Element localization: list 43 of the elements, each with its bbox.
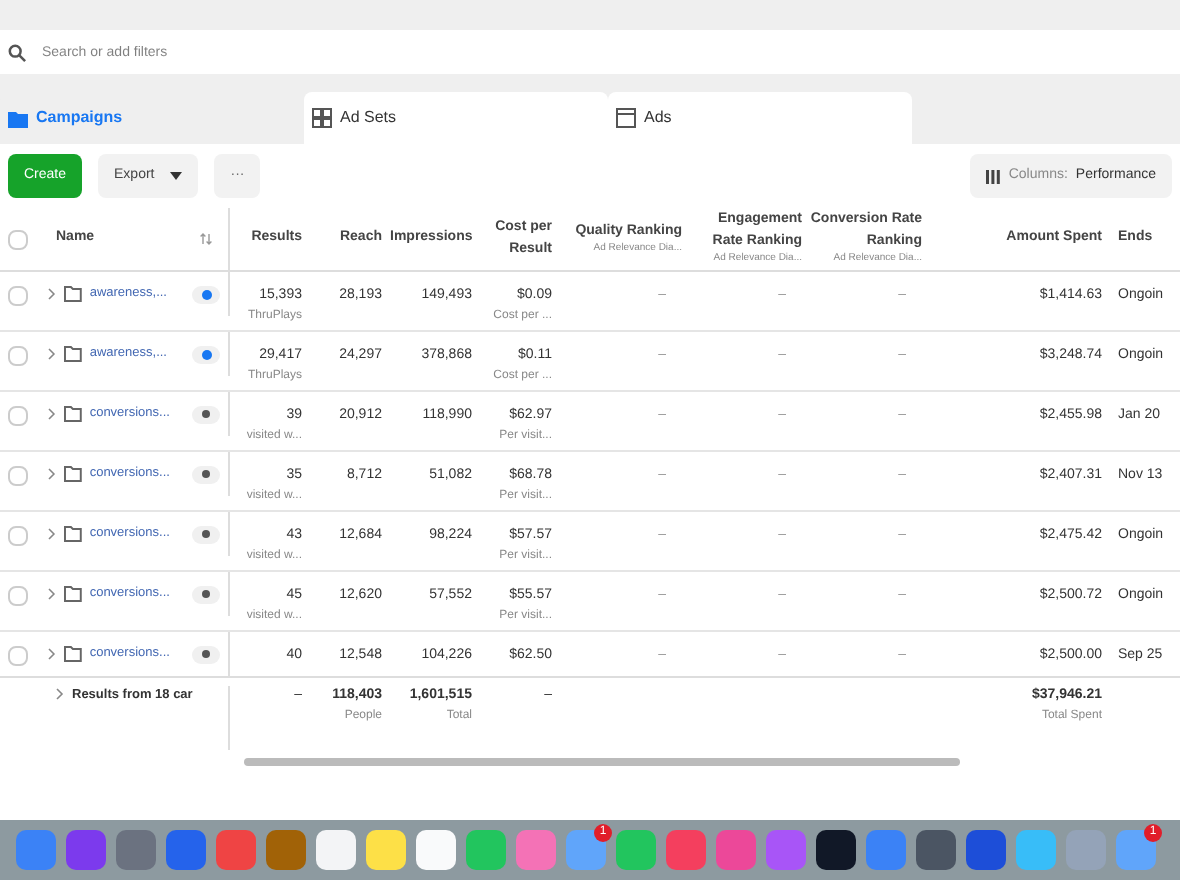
status-toggle[interactable]	[192, 525, 220, 543]
caret-icon	[170, 172, 183, 180]
tab[interactable]: Ad Sets	[304, 92, 608, 144]
chevron-icon[interactable]	[48, 408, 56, 420]
status-toggle[interactable]	[192, 465, 220, 483]
row-checkbox[interactable]	[8, 286, 28, 306]
chevron-icon[interactable]	[48, 648, 56, 660]
chevron-icon[interactable]	[48, 468, 56, 480]
chevron-icon[interactable]	[48, 588, 56, 600]
chevron-icon[interactable]	[56, 688, 64, 700]
status-toggle[interactable]	[192, 285, 220, 303]
status-toggle[interactable]	[192, 585, 220, 603]
folder-icon	[63, 466, 82, 482]
chevron-icon[interactable]	[48, 528, 56, 540]
chevron-icon[interactable]	[48, 288, 56, 300]
sort-icon[interactable]	[200, 232, 212, 246]
status-toggle[interactable]	[192, 405, 220, 423]
grid-icon	[312, 108, 332, 128]
row-checkbox[interactable]	[8, 346, 28, 366]
folder-icon	[63, 406, 82, 422]
folder-icon	[63, 646, 82, 662]
folder-icon	[8, 109, 28, 127]
row-checkbox[interactable]	[8, 526, 28, 546]
app-icon[interactable]	[816, 830, 856, 870]
folder-icon	[63, 286, 82, 302]
horizontal-scrollbar[interactable]	[244, 758, 960, 766]
row-checkbox[interactable]	[8, 466, 28, 486]
app-icon[interactable]	[416, 830, 456, 870]
columns-icon	[986, 169, 1001, 183]
chevron-icon[interactable]	[48, 348, 56, 360]
folder-icon	[63, 526, 82, 542]
search-icon	[8, 43, 26, 61]
page-icon	[616, 108, 636, 128]
row-checkbox[interactable]	[8, 646, 28, 666]
status-toggle[interactable]	[192, 345, 220, 363]
tab[interactable]: Ads	[608, 92, 912, 144]
folder-icon	[63, 346, 82, 362]
folder-icon	[63, 586, 82, 602]
row-checkbox[interactable]	[8, 586, 28, 606]
status-toggle[interactable]	[192, 645, 220, 663]
select-all-checkbox[interactable]	[8, 229, 28, 249]
row-checkbox[interactable]	[8, 406, 28, 426]
app-icon[interactable]	[916, 830, 956, 870]
